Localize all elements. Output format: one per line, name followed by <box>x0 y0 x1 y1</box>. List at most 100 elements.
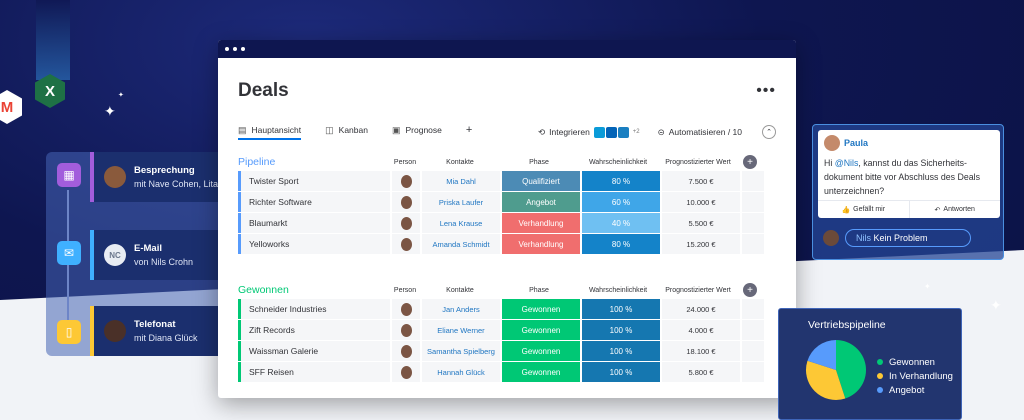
contact-cell[interactable]: Samantha Spielberg <box>422 341 500 361</box>
avatar <box>400 195 412 209</box>
timeline-item-meeting[interactable]: Besprechung mit Nave Cohen, Lital <box>90 152 218 202</box>
integrate-label: Integrieren <box>549 127 590 137</box>
add-column-button[interactable]: + <box>743 283 757 297</box>
probability-cell[interactable]: 80 % <box>582 171 660 191</box>
avatar <box>400 174 412 188</box>
sparkle-icon: ✦ <box>924 282 931 291</box>
chart-icon: ▣ <box>391 124 401 135</box>
table-row: Yelloworks Amanda Schmidt Verhandlung 80 % 1… <box>238 234 776 254</box>
forecast-value[interactable]: 5.800 € <box>662 362 740 382</box>
add-view-button[interactable]: + <box>466 124 472 140</box>
mention[interactable]: @Nils <box>835 158 859 168</box>
person-cell[interactable] <box>392 192 420 212</box>
tab-prognose[interactable]: ▣ Prognose <box>392 125 442 140</box>
deal-name[interactable]: Waissman Galerie <box>238 341 390 361</box>
forecast-value[interactable]: 15.200 € <box>662 234 740 254</box>
probability-cell[interactable]: 40 % <box>582 213 660 233</box>
contact-cell[interactable]: Eliane Werner <box>422 320 500 340</box>
automate-label: Automatisieren / 10 <box>668 127 742 137</box>
phase-status[interactable]: Gewonnen <box>502 320 580 340</box>
timeline-item-subtitle: mit Diana Glück <box>134 333 198 343</box>
reply-button[interactable]: ↶ Antworten <box>908 201 1001 218</box>
table-row: SFF Reisen Hannah Glück Gewonnen 100 % 5.800… <box>238 362 776 382</box>
person-cell[interactable] <box>392 234 420 254</box>
tab-kanban[interactable]: ◫ Kanban <box>325 125 368 140</box>
legend-item: Angebot <box>877 383 953 397</box>
forecast-value[interactable]: 5.500 € <box>662 213 740 233</box>
person-cell[interactable] <box>392 213 420 233</box>
reply-input[interactable]: Nils Kein Problem <box>845 229 971 247</box>
contact-cell[interactable]: Mia Dahl <box>422 171 500 191</box>
kanban-icon: ◫ <box>325 124 334 135</box>
table-row: Waissman Galerie Samantha Spielberg Gewonn… <box>238 341 776 361</box>
reply-text: Kein Problem <box>871 233 928 243</box>
phase-status[interactable]: Angebot <box>502 192 580 212</box>
phase-status[interactable]: Gewonnen <box>502 299 580 319</box>
deal-name[interactable]: Richter Software <box>238 192 390 212</box>
avatar <box>400 237 412 251</box>
add-column-button[interactable]: + <box>743 155 757 169</box>
empty-cell <box>742 320 764 340</box>
automate-button[interactable]: ⊝ Automatisieren / 10 <box>658 127 742 138</box>
contact-cell[interactable]: Jan Anders <box>422 299 500 319</box>
forecast-value[interactable]: 7.500 € <box>662 171 740 191</box>
deal-name[interactable]: SFF Reisen <box>238 362 390 382</box>
like-button[interactable]: 👍 Gefällt mir <box>818 201 909 218</box>
integrate-button[interactable]: ⟲ Integrieren +2 <box>538 126 640 138</box>
person-cell[interactable] <box>392 171 420 191</box>
probability-cell[interactable]: 100 % <box>582 362 660 382</box>
person-cell[interactable] <box>392 341 420 361</box>
phase-status[interactable]: Verhandlung <box>502 234 580 254</box>
avatar <box>400 344 412 358</box>
deal-name[interactable]: Blaumarkt <box>238 213 390 233</box>
sparkle-icon: ✦ <box>104 103 116 119</box>
legend-label: Gewonnen <box>889 356 935 368</box>
comment-panel: Paula Hi @Nils, kannst du das Sicherheit… <box>812 124 1004 260</box>
forecast-value[interactable]: 24.000 € <box>662 299 740 319</box>
comment-actions: 👍 Gefällt mir ↶ Antworten <box>818 200 1000 218</box>
phase-status[interactable]: Gewonnen <box>502 341 580 361</box>
probability-cell[interactable]: 100 % <box>582 320 660 340</box>
phase-status[interactable]: Gewonnen <box>502 362 580 382</box>
person-cell[interactable] <box>392 299 420 319</box>
calendar-icon: ▦ <box>57 163 81 187</box>
forecast-value[interactable]: 4.000 € <box>662 320 740 340</box>
contact-cell[interactable]: Priska Laufer <box>422 192 500 212</box>
table-row: Twister Sport Mia Dahl Qualifiziert 80 % 7.5… <box>238 171 776 191</box>
view-tabs: ▤ Hauptansicht ◫ Kanban ▣ Prognose + ⟲ Inte… <box>238 122 776 142</box>
forecast-value[interactable]: 10.000 € <box>662 192 740 212</box>
robot-icon: ⊝ <box>657 126 665 137</box>
chart-title: Vertriebspipeline <box>808 319 886 331</box>
timeline-item-email[interactable]: NC E-Mail von Nils Crohn <box>90 230 218 280</box>
more-options-icon[interactable]: ••• <box>756 82 776 100</box>
like-label: Gefällt mir <box>853 206 886 213</box>
deal-name[interactable]: Twister Sport <box>238 171 390 191</box>
probability-cell[interactable]: 100 % <box>582 299 660 319</box>
contact-cell[interactable]: Hannah Glück <box>422 362 500 382</box>
empty-cell <box>742 299 764 319</box>
probability-cell[interactable]: 80 % <box>582 234 660 254</box>
legend-label: In Verhandlung <box>889 370 953 382</box>
probability-cell[interactable]: 60 % <box>582 192 660 212</box>
deal-name[interactable]: Zift Records <box>238 320 390 340</box>
empty-cell <box>742 192 764 212</box>
phase-status[interactable]: Qualifiziert <box>502 171 580 191</box>
sparkle-icon: ✦ <box>118 92 124 99</box>
group-title[interactable]: Gewonnen <box>238 284 390 296</box>
avatar: NC <box>104 244 126 266</box>
contact-cell[interactable]: Amanda Schmidt <box>422 234 500 254</box>
legend-dot <box>877 359 883 365</box>
person-cell[interactable] <box>392 320 420 340</box>
group-title[interactable]: Pipeline <box>238 156 390 168</box>
timeline-item-call[interactable]: Telefonat mit Diana Glück <box>90 306 218 356</box>
collapse-icon[interactable]: ⌃ <box>762 125 776 139</box>
deal-name[interactable]: Schneider Industries <box>238 299 390 319</box>
probability-cell[interactable]: 100 % <box>582 341 660 361</box>
deal-name[interactable]: Yelloworks <box>238 234 390 254</box>
phase-status[interactable]: Verhandlung <box>502 213 580 233</box>
forecast-value[interactable]: 18.100 € <box>662 341 740 361</box>
person-cell[interactable] <box>392 362 420 382</box>
contact-cell[interactable]: Lena Krause <box>422 213 500 233</box>
tab-hauptansicht[interactable]: ▤ Hauptansicht <box>238 125 302 140</box>
reply-label: Antworten <box>943 206 975 213</box>
